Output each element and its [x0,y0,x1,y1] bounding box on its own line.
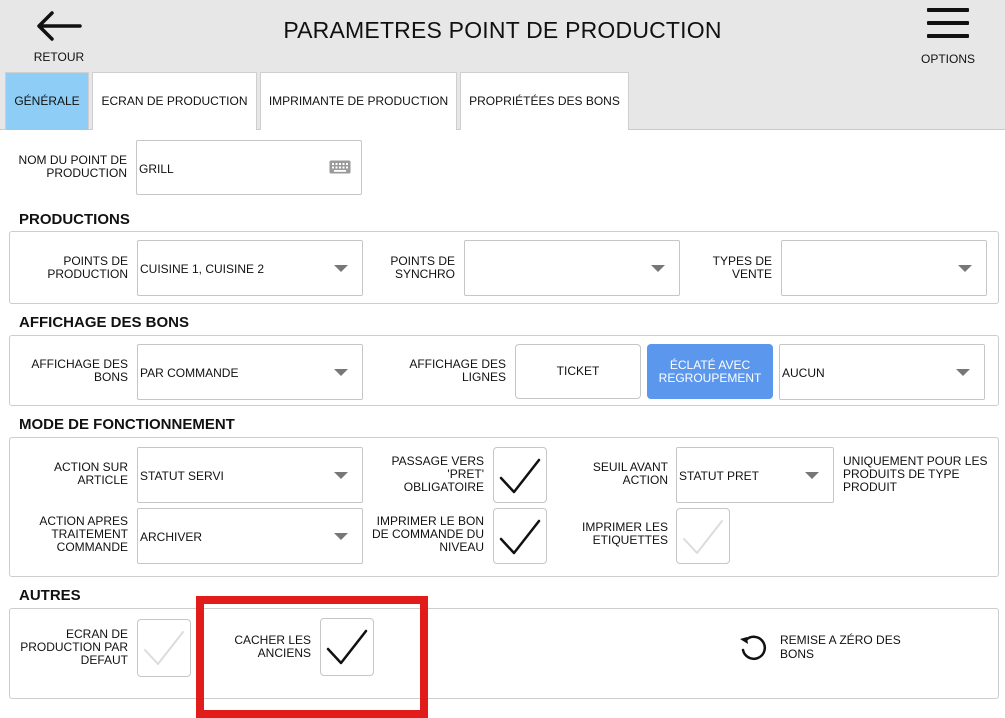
label-line: ARTICLE [77,473,128,487]
note-line: PRODUIT [843,480,897,494]
production-name-value: GRILL [139,162,174,176]
chevron-down-icon [334,369,348,376]
top-bar: RETOUR PARAMETRES POINT DE PRODUCTION OP… [0,0,1005,70]
label-line: DEFAUT [80,653,128,667]
checkmark-icon [683,520,723,554]
cacher-anciens-checkbox[interactable] [320,618,374,676]
label-line: NIVEAU [439,540,484,554]
mode-section-title: MODE DE FONCTIONNEMENT [19,416,235,433]
checkmark-icon [499,458,541,494]
imprimer-bon-label: IMPRIMER LE BON DE COMMANDE DU NIVEAU [366,515,484,554]
keyboard-icon[interactable] [329,160,351,174]
seuil-note: UNIQUEMENT POUR LES PRODUITS DE TYPE PRO… [843,455,993,494]
cacher-anciens-label: CACHER LES ANCIENS [216,634,311,660]
imprimer-bon-checkbox[interactable] [493,508,547,564]
reset-bons-label: REMISE A ZÉRO DES BONS [780,633,901,661]
points-production-value: CUISINE 1, CUISINE 2 [140,262,265,276]
affichage-bons-select[interactable]: PAR COMMANDE [137,344,363,400]
tab-bar: GÉNÉRALE ECRAN DE PRODUCTION IMPRIMANTE … [0,70,1005,130]
chevron-down-icon [958,265,972,272]
points-production-label: POINTS DE PRODUCTION [20,255,128,281]
affichage-lignes-label: AFFICHAGE DES LIGNES [400,358,506,384]
label-line: VENTE [731,267,772,281]
checkmark-icon [499,519,541,555]
autres-section-title: AUTRES [19,587,81,604]
points-production-select[interactable]: CUISINE 1, CUISINE 2 [137,240,363,296]
tab-imprimante-production[interactable]: IMPRIMANTE DE PRODUCTION [260,72,457,130]
label-line: COMMANDE [56,540,128,554]
checkmark-icon [326,629,368,665]
chevron-down-icon [956,369,970,376]
label-line: PRODUCTION [46,166,127,180]
imprimer-etiquettes-checkbox[interactable] [676,508,730,564]
ecran-defaut-checkbox[interactable] [137,619,191,677]
chevron-down-icon [334,472,348,479]
production-name-label: NOM DU POINT DE PRODUCTION [10,154,127,180]
types-vente-select[interactable] [781,240,987,296]
seuil-action-value: STATUT PRET [679,469,760,483]
tab-proprietes-bons[interactable]: PROPRIÉTÉES DES BONS [460,72,629,130]
affichage-bons-label: AFFICHAGE DES BONS [20,358,128,384]
menu-icon [927,8,969,38]
chevron-down-icon [334,533,348,540]
label-line: BONS [780,647,815,661]
refresh-icon [740,635,767,660]
regroupement-select[interactable]: AUCUN [779,344,985,400]
chevron-down-icon [334,265,348,272]
back-label: RETOUR [33,50,85,64]
label-line: ACTION [622,473,668,487]
label-line: PRODUCTION [47,267,128,281]
productions-section-title: PRODUCTIONS [19,211,130,228]
action-article-label: ACTION SUR ARTICLE [20,461,128,487]
passage-pret-label: PASSAGE VERS 'PRET' OBLIGATOIRE [370,455,484,494]
imprimer-etiquettes-label: IMPRIMER LES ETIQUETTES [568,521,668,547]
label-line: ETIQUETTES [592,533,668,547]
types-vente-label: TYPES DE VENTE [690,255,772,281]
ecran-defaut-label: ECRAN DE PRODUCTION PAR DEFAUT [14,628,128,667]
reset-bons-button[interactable]: REMISE A ZÉRO DES BONS [736,628,936,668]
affichage-bons-value: PAR COMMANDE [140,366,239,380]
action-article-select[interactable]: STATUT SERVI [137,447,363,503]
button-line: REGROUPEMENT [658,371,762,385]
action-apres-select[interactable]: ARCHIVER [137,508,363,564]
seuil-action-label: SEUIL AVANT ACTION [568,461,668,487]
label-line: LIGNES [461,370,506,384]
points-synchro-label: POINTS DE SYNCHRO [370,255,455,281]
eclate-regroupement-button[interactable]: ÉCLATÉ AVEC REGROUPEMENT [647,344,773,399]
options-label: OPTIONS [920,52,975,66]
chevron-down-icon [651,265,665,272]
label-line: BONS [93,370,128,384]
checkmark-icon [144,631,184,665]
tab-generale[interactable]: GÉNÉRALE [5,72,89,130]
action-apres-value: ARCHIVER [140,530,203,544]
ticket-button[interactable]: TICKET [515,344,641,399]
action-article-value: STATUT SERVI [140,469,224,483]
production-name-input[interactable]: GRILL [136,140,362,195]
label-line: OBLIGATOIRE [403,480,484,494]
chevron-down-icon [805,472,819,479]
label-line: SYNCHRO [394,267,455,281]
label-line: ANCIENS [257,646,311,660]
action-apres-label: ACTION APRES TRAITEMENT COMMANDE [20,515,128,554]
options-button[interactable]: OPTIONS [910,4,986,66]
arrow-left-icon [37,11,82,41]
points-synchro-select[interactable] [464,240,680,296]
seuil-action-select[interactable]: STATUT PRET [676,447,834,503]
passage-pret-checkbox[interactable] [493,447,547,503]
tab-ecran-production[interactable]: ECRAN DE PRODUCTION [92,72,257,130]
back-button[interactable]: RETOUR [20,4,100,66]
regroupement-value: AUCUN [782,366,825,380]
affichage-section-title: AFFICHAGE DES BONS [19,314,190,331]
label-line: REMISE A ZÉRO DES [780,633,901,647]
page-title: PARAMETRES POINT DE PRODUCTION [283,17,722,43]
